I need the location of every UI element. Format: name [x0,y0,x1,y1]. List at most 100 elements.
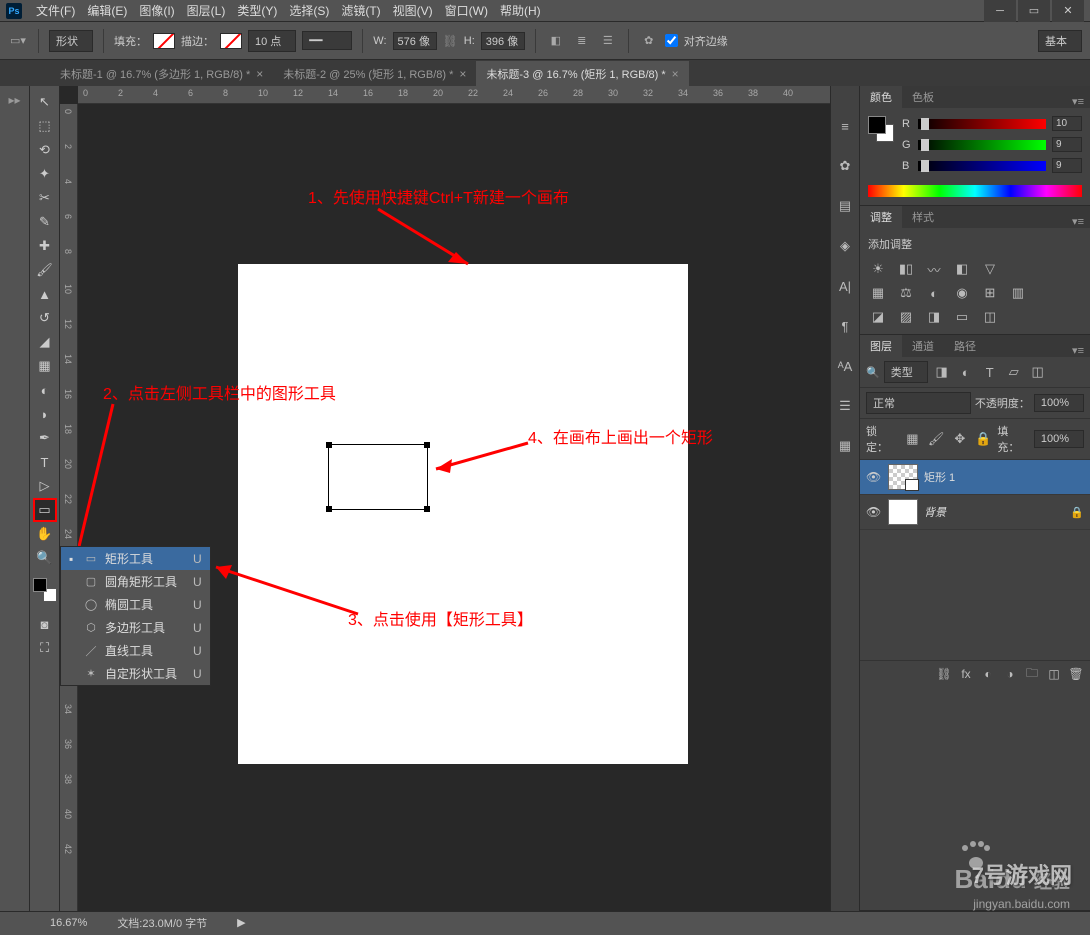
mask-icon[interactable]: ◐ [978,665,998,683]
tab-layers[interactable]: 图层 [860,335,902,357]
layer-filter-dropdown[interactable]: 类型 [884,361,928,383]
layer-thumb[interactable] [888,464,918,490]
close-icon[interactable]: × [459,67,466,81]
flyout-rectangle[interactable]: ▪ ▭ 矩形工具 U [61,547,210,570]
tab-adjustments[interactable]: 调整 [860,206,902,228]
new-layer-icon[interactable]: ◫ [1044,665,1064,683]
properties-icon[interactable]: ✿ [835,156,855,176]
zoom-tool[interactable]: 🔍 [33,546,57,570]
heal-tool[interactable]: ✚ [33,234,57,258]
tab-color[interactable]: 颜色 [860,86,902,108]
layer-name[interactable]: 矩形 1 [924,469,955,485]
filter-img-icon[interactable]: ◨ [932,363,952,381]
lock-icon[interactable]: 🔒 [1070,506,1084,519]
tab-swatches[interactable]: 色板 [902,86,944,108]
link-layers-icon[interactable]: ⛓ [934,665,954,683]
tab-channels[interactable]: 通道 [902,335,944,357]
close-icon[interactable]: × [672,67,679,81]
invert-icon[interactable]: ◪ [868,308,888,326]
stamp-tool[interactable]: ▲ [33,282,57,306]
gradient-map-icon[interactable]: ▭ [952,308,972,326]
height-input[interactable] [481,32,525,50]
lock-trans-icon[interactable]: ▦ [903,430,923,448]
layer-thumb[interactable] [888,499,918,525]
lock-all-icon[interactable]: 🔒 [974,430,994,448]
para-style-icon[interactable]: ☰ [835,396,855,416]
width-input[interactable] [393,32,437,50]
close-button[interactable]: ✕ [1052,0,1084,22]
brush-tool[interactable]: 🖌 [33,258,57,282]
bw-icon[interactable]: ◐ [924,284,944,302]
eraser-tool[interactable]: ◢ [33,330,57,354]
doc-tab-2[interactable]: 未标题-2 @ 25% (矩形 1, RGB/8) * × [273,61,476,86]
doc-tab-1[interactable]: 未标题-1 @ 16.7% (多边形 1, RGB/8) * × [50,61,273,86]
lock-paint-icon[interactable]: 🖌 [926,430,946,448]
workspace-dropdown[interactable]: 基本 [1038,30,1082,52]
r-slider[interactable] [918,119,1046,129]
shape-tool[interactable]: ▭ [33,498,57,522]
stroke-swatch[interactable] [220,33,242,49]
hand-tool[interactable]: ✋ [33,522,57,546]
layer-row[interactable]: 👁 矩形 1 [860,460,1090,495]
flyout-rounded-rect[interactable]: ▢ 圆角矩形工具 U [61,570,210,593]
align-edges-checkbox[interactable] [665,34,678,47]
menu-edit[interactable]: 编辑(E) [81,2,133,19]
minimize-button[interactable]: ─ [984,0,1016,22]
path-ops-icon[interactable]: ◧ [546,31,566,51]
eyedropper-tool[interactable]: ✎ [33,210,57,234]
flyout-line[interactable]: ／ 直线工具 U [61,639,210,662]
menu-file[interactable]: 文件(F) [30,2,81,19]
g-input[interactable] [1052,137,1082,152]
panel-menu-icon[interactable]: ▾≡ [1066,95,1090,108]
tool-preset-icon[interactable]: ▭▾ [8,31,28,51]
nav-icon[interactable]: ▦ [835,436,855,456]
brightness-icon[interactable]: ☀ [868,260,888,278]
char-icon[interactable]: A| [835,276,855,296]
doc-tab-3[interactable]: 未标题-3 @ 16.7% (矩形 1, RGB/8) * × [476,61,688,86]
posterize-icon[interactable]: ▨ [896,308,916,326]
shape-mode-dropdown[interactable]: 形状 [49,30,93,52]
stroke-style-dropdown[interactable]: ━━ [302,31,352,50]
panel-menu-icon[interactable]: ▾≡ [1066,215,1090,228]
menu-select[interactable]: 选择(S) [283,2,335,19]
statusbar-arrow-icon[interactable]: ▶ [237,916,245,929]
doc-info[interactable]: 文档:23.0M/0 字节 [117,915,207,931]
threshold-icon[interactable]: ◨ [924,308,944,326]
b-input[interactable] [1052,158,1082,173]
wand-tool[interactable]: ✦ [33,162,57,186]
hue-icon[interactable]: ▦ [868,284,888,302]
filter-type-icon[interactable]: T [980,363,1000,381]
flyout-polygon[interactable]: ⬡ 多边形工具 U [61,616,210,639]
dodge-tool[interactable]: ◗ [33,402,57,426]
levels-icon[interactable]: ▮▯ [896,260,916,278]
gradient-tool[interactable]: ▦ [33,354,57,378]
canvas-area[interactable]: 1、先使用快捷键Ctrl+T新建一个画布 2、点击左侧工具栏中的图形工具 3、点… [78,104,830,911]
gear-icon[interactable]: ✿ [639,31,659,51]
menu-layer[interactable]: 图层(L) [181,2,232,19]
filter-adj-icon[interactable]: ◐ [956,363,976,381]
layer-name[interactable]: 背景 [924,504,946,520]
menu-filter[interactable]: 滤镜(T) [335,2,386,19]
blur-tool[interactable]: ◐ [33,378,57,402]
hue-strip[interactable] [868,185,1082,197]
lock-pos-icon[interactable]: ✥ [950,430,970,448]
r-input[interactable] [1052,116,1082,131]
move-tool[interactable]: ↖ [33,90,57,114]
quickmask-tool[interactable]: ◙ [33,612,57,636]
pen-tool[interactable]: ✒ [33,426,57,450]
menu-window[interactable]: 窗口(W) [439,2,494,19]
clone-icon[interactable]: ◈ [835,236,855,256]
screenmode-tool[interactable]: ⛶ [33,636,57,660]
fill-swatch[interactable] [153,33,175,49]
para-icon[interactable]: ¶ [835,316,855,336]
blend-mode-dropdown[interactable]: 正常 [866,392,971,414]
color-swatches[interactable] [33,578,57,602]
filter-shape-icon[interactable]: ▱ [1004,363,1024,381]
b-slider[interactable] [918,161,1046,171]
adj-layer-icon[interactable]: ◑ [1000,665,1020,683]
history-brush-tool[interactable]: ↺ [33,306,57,330]
menu-image[interactable]: 图像(I) [133,2,180,19]
fill-input[interactable]: 100% [1034,430,1084,448]
panel-color-swatches[interactable] [868,116,894,142]
menu-view[interactable]: 视图(V) [387,2,439,19]
